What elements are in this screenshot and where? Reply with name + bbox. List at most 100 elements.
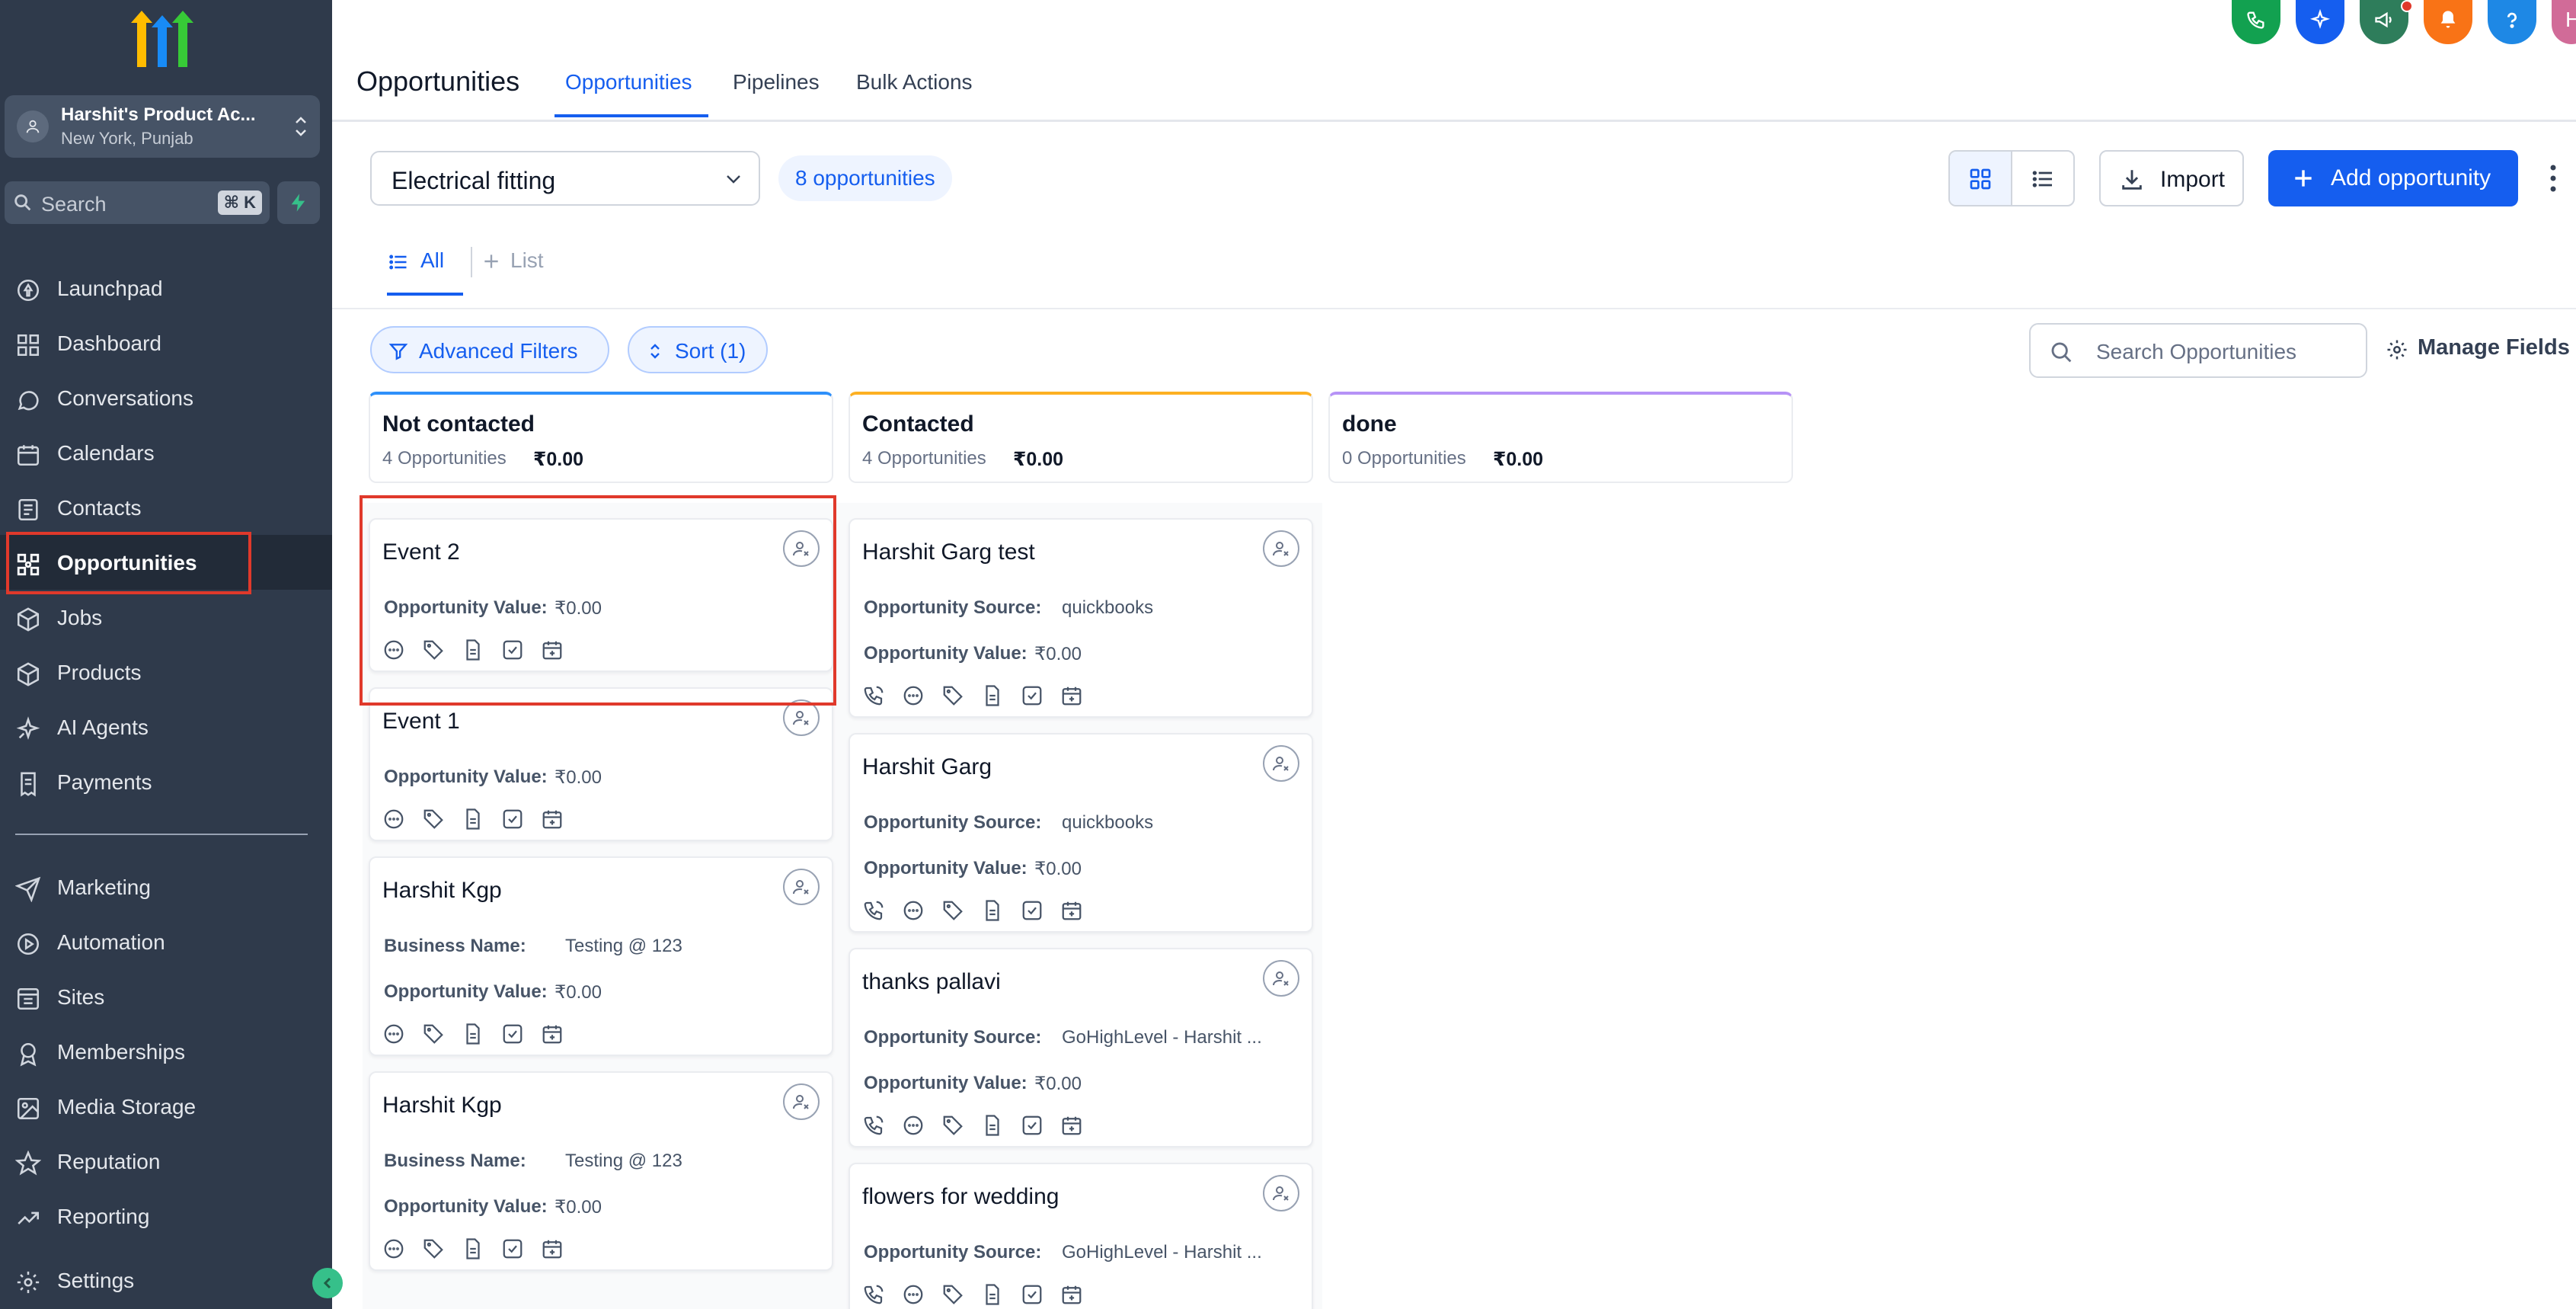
phone-icon[interactable] [862,684,885,707]
quick-actions-button[interactable] [277,181,320,224]
note-icon[interactable] [981,899,1004,922]
more-options-icon[interactable] [2549,163,2558,194]
message-icon[interactable] [902,1114,925,1137]
tag-icon[interactable] [941,684,964,707]
sidebar-collapse-button[interactable] [312,1268,343,1298]
list-view-button[interactable] [2012,152,2073,205]
appointment-icon[interactable] [541,1237,564,1260]
import-label: Import [2160,167,2226,192]
assign-user-button[interactable] [1263,1175,1299,1211]
sidebar-item-jobs[interactable]: Jobs [0,590,332,645]
sidebar-item-contacts[interactable]: Contacts [0,480,332,535]
board-view-button[interactable] [1950,152,2012,205]
message-icon[interactable] [382,808,405,831]
message-icon[interactable] [382,1237,405,1260]
advanced-filters-button[interactable]: Advanced Filters [370,326,609,373]
tag-icon[interactable] [422,808,445,831]
appointment-icon[interactable] [541,808,564,831]
import-button[interactable]: Import [2099,150,2244,206]
sidebar-item-automation[interactable]: Automation [0,914,332,969]
automation-icon [17,933,40,955]
sidebar-item-settings[interactable]: Settings [0,1253,332,1307]
note-icon[interactable] [462,808,484,831]
sidebar-item-dashboard[interactable]: Dashboard [0,315,332,370]
opportunity-card[interactable]: Harshit Garg test Opportunity Source: quic… [849,518,1313,718]
tag-icon[interactable] [941,1283,964,1306]
message-icon[interactable] [902,684,925,707]
task-icon[interactable] [1021,684,1044,707]
opportunity-card[interactable]: Harshit Kgp Business Name: Testing @ 123 Op… [369,1071,833,1271]
sidebar-item-payments[interactable]: Payments [0,754,332,809]
sidebar-item-ai-agents[interactable]: AI Agents [0,699,332,754]
task-icon[interactable] [1021,1283,1044,1306]
assign-user-button[interactable] [1263,530,1299,567]
pipeline-select[interactable]: Electrical fitting [370,151,760,206]
user-avatar[interactable]: H [2552,0,2576,44]
opportunity-card[interactable]: Event 1 Opportunity Value: ₹0.00 [369,687,833,841]
sidebar-search[interactable]: Search ⌘ K [5,181,270,224]
pipeline-select-value: Electrical fitting [392,167,556,194]
appointment-icon[interactable] [1060,1283,1083,1306]
opportunity-card[interactable]: Harshit Kgp Business Name: Testing @ 123 Op… [369,856,833,1056]
sidebar-item-media-storage[interactable]: Media Storage [0,1079,332,1134]
appointment-icon[interactable] [1060,899,1083,922]
opportunity-card[interactable]: thanks pallavi Opportunity Source: GoHighL… [849,948,1313,1147]
sidebar-item-sites[interactable]: Sites [0,969,332,1024]
sidebar-item-conversations[interactable]: Conversations [0,370,332,425]
tag-icon[interactable] [422,1237,445,1260]
card-field-label: Opportunity Value: [864,858,1028,879]
assign-user-button[interactable] [1263,745,1299,782]
phone-icon[interactable] [862,1114,885,1137]
ai-assistant-button[interactable] [2296,0,2344,44]
sidebar-item-calendars[interactable]: Calendars [0,425,332,480]
sidebar-item-reporting[interactable]: Reporting [0,1189,332,1243]
appointment-icon[interactable] [1060,1114,1083,1137]
task-icon[interactable] [1021,899,1044,922]
task-icon[interactable] [501,1023,524,1045]
message-icon[interactable] [902,1283,925,1306]
sidebar-item-reputation[interactable]: Reputation [0,1134,332,1189]
appointment-icon[interactable] [541,1023,564,1045]
message-icon[interactable] [902,899,925,922]
tab-opportunities[interactable]: Opportunities [565,70,692,94]
task-icon[interactable] [501,808,524,831]
note-icon[interactable] [981,684,1004,707]
sidebar-item-products[interactable]: Products [0,645,332,699]
column-header-done: done 0 Opportunities ₹0.00 [1328,392,1793,483]
sort-button[interactable]: Sort (1) [628,326,768,373]
assign-user-button[interactable] [1263,960,1299,997]
task-icon[interactable] [1021,1114,1044,1137]
opportunity-card[interactable]: Harshit Garg Opportunity Source: quickbook… [849,733,1313,933]
sidebar-item-marketing[interactable]: Marketing [0,859,332,914]
search-opportunities-input[interactable]: Search Opportunities [2029,323,2367,378]
card-field-label: Business Name: [384,936,526,956]
sidebar-item-memberships[interactable]: Memberships [0,1024,332,1079]
assign-user-button[interactable] [783,869,820,905]
phone-icon[interactable] [862,899,885,922]
help-button[interactable] [2488,0,2536,44]
tag-icon[interactable] [941,899,964,922]
appointment-icon[interactable] [1060,684,1083,707]
message-icon[interactable] [382,1023,405,1045]
add-opportunity-button[interactable]: Add opportunity [2268,150,2518,206]
sidebar-item-label: Dashboard [57,331,161,355]
note-icon[interactable] [462,1023,484,1045]
assign-user-button[interactable] [783,1083,820,1120]
notifications-button[interactable] [2424,0,2472,44]
phone-icon[interactable] [862,1283,885,1306]
rocket-icon [17,279,40,302]
phone-button[interactable] [2232,0,2280,44]
account-switcher[interactable]: Harshit's Product Ac... New York, Punjab [5,95,320,158]
card-title: Harshit Garg [862,754,992,779]
note-icon[interactable] [462,1237,484,1260]
tag-icon[interactable] [941,1114,964,1137]
sidebar-item-launchpad[interactable]: Launchpad [0,261,332,315]
card-field-label: Opportunity Source: [864,1027,1042,1048]
tab-bulk-actions[interactable]: Bulk Actions [856,70,973,94]
note-icon[interactable] [981,1114,1004,1137]
note-icon[interactable] [981,1283,1004,1306]
tab-pipelines[interactable]: Pipelines [733,70,820,94]
task-icon[interactable] [501,1237,524,1260]
opportunity-card[interactable]: flowers for wedding Opportunity Source: Go… [849,1163,1313,1309]
tag-icon[interactable] [422,1023,445,1045]
